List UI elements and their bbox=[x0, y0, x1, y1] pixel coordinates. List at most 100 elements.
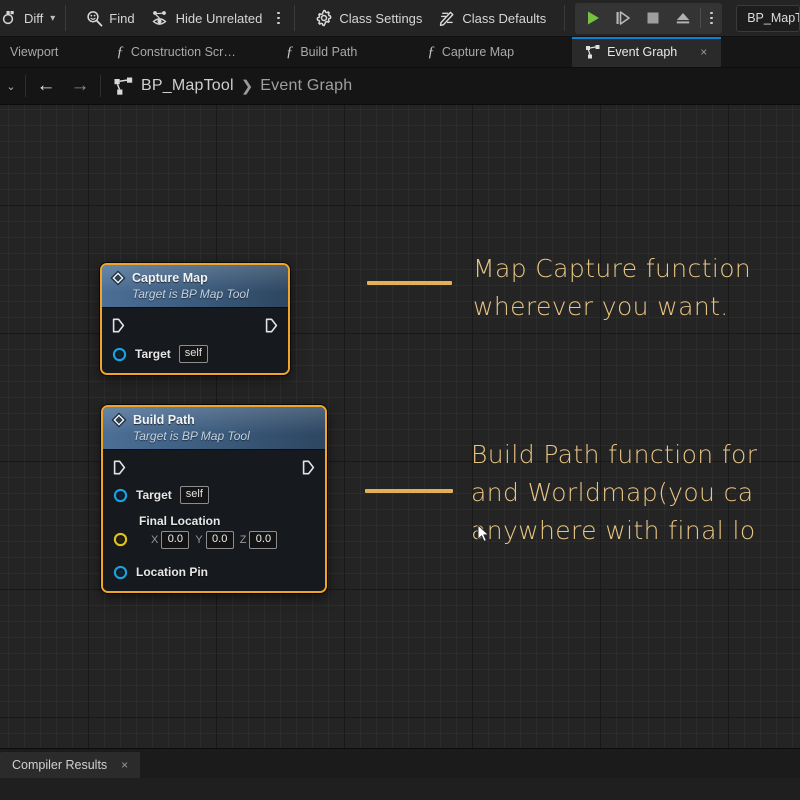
exec-pin-row bbox=[102, 314, 288, 339]
annotation-text-1-line-2: wherever you want. bbox=[473, 292, 729, 321]
class-settings-button[interactable]: Class Settings bbox=[307, 3, 430, 33]
toolbar-group-search: Find Hide Unrelated bbox=[78, 0, 297, 37]
stop-icon bbox=[647, 12, 659, 24]
class-defaults-label: Class Defaults bbox=[462, 10, 547, 26]
find-button[interactable]: Find bbox=[78, 3, 142, 33]
toolbar-group-diff: Diff ▾ bbox=[0, 0, 68, 37]
pin-label-final-location: Final Location bbox=[139, 514, 221, 528]
breadcrumb-divider bbox=[25, 75, 26, 97]
node-capture-map[interactable]: Capture Map Target is BP Map Tool Target… bbox=[100, 263, 290, 375]
toolbar-divider bbox=[294, 5, 296, 31]
tab-viewport[interactable]: Viewport bbox=[0, 37, 72, 67]
node-subtitle: Target is BP Map Tool bbox=[133, 429, 250, 443]
axis-label-x: X bbox=[151, 534, 159, 546]
hide-unrelated-options-icon[interactable] bbox=[270, 3, 286, 33]
final-location-pin-row: Final Location X 0.0 Y 0.0 Z 0.0 bbox=[103, 512, 325, 551]
find-label: Find bbox=[109, 10, 135, 26]
final-location-y-input[interactable]: 0.0 bbox=[205, 531, 234, 549]
breadcrumb-current-label[interactable]: Event Graph bbox=[260, 77, 352, 95]
search-icon bbox=[86, 10, 103, 27]
asset-name-label: BP_MapTo bbox=[747, 11, 799, 25]
target-pin-row: Target self bbox=[103, 481, 325, 506]
breadcrumb-root-label[interactable]: BP_MapTool bbox=[141, 77, 234, 95]
function-icon: ƒ bbox=[285, 43, 294, 60]
navigate-back-button[interactable]: ← bbox=[29, 68, 63, 105]
tab-label: Build Path bbox=[300, 45, 358, 59]
exec-input-pin[interactable] bbox=[113, 460, 126, 475]
main-toolbar: Diff ▾ Find Hide Unrelated Class Setting… bbox=[0, 0, 800, 37]
compiler-results-body bbox=[0, 778, 800, 800]
graph-icon bbox=[586, 45, 600, 59]
annotation-text-2-line-3: anywhere with final lo bbox=[471, 516, 756, 545]
target-value-self[interactable]: self bbox=[178, 345, 208, 363]
exec-input-pin[interactable] bbox=[112, 318, 125, 333]
chevron-down-icon: ▾ bbox=[50, 12, 56, 24]
hide-unrelated-button[interactable]: Hide Unrelated bbox=[143, 3, 271, 33]
object-input-pin[interactable] bbox=[112, 347, 127, 362]
function-node-icon bbox=[111, 412, 127, 428]
tab-close-icon[interactable]: × bbox=[700, 45, 707, 59]
hide-unrelated-label: Hide Unrelated bbox=[175, 10, 263, 26]
node-body: Target self bbox=[102, 308, 288, 373]
diff-label: Diff bbox=[24, 10, 44, 26]
tab-compiler-results[interactable]: Compiler Results × bbox=[0, 752, 141, 778]
tab-label: Event Graph bbox=[607, 45, 678, 59]
diff-button[interactable]: Diff ▾ bbox=[0, 3, 63, 33]
tab-label: Capture Map bbox=[441, 45, 515, 59]
target-pin-row: Target self bbox=[102, 339, 288, 365]
arrow-right-icon: → bbox=[70, 75, 90, 96]
node-subtitle: Target is BP Map Tool bbox=[132, 287, 249, 301]
step-icon bbox=[616, 11, 631, 25]
step-button[interactable] bbox=[608, 4, 638, 33]
play-button[interactable] bbox=[578, 4, 608, 33]
tab-construction-script[interactable]: ƒ Construction Scr… bbox=[102, 37, 249, 67]
tab-event-graph[interactable]: Event Graph × bbox=[572, 37, 722, 67]
annotation-leader-line-1 bbox=[367, 281, 452, 285]
function-icon: ƒ bbox=[116, 43, 124, 60]
breadcrumb-bar: ⌄ ← → BP_MapTool ❯ Event Graph bbox=[0, 68, 800, 105]
node-header: Capture Map Target is BP Map Tool bbox=[102, 265, 288, 308]
final-location-z-input[interactable]: 0.0 bbox=[249, 531, 278, 549]
exec-output-pin[interactable] bbox=[265, 318, 278, 333]
annotation-text-2-line-2: and Worldmap(you ca bbox=[471, 478, 754, 507]
playback-divider bbox=[700, 8, 702, 28]
eject-button[interactable] bbox=[668, 4, 698, 33]
class-defaults-button[interactable]: Class Defaults bbox=[430, 3, 554, 33]
axis-label-z: Z bbox=[239, 534, 247, 546]
pin-label-target: Target bbox=[135, 347, 171, 361]
event-graph-icon bbox=[114, 77, 133, 96]
location-pin-row: Location Pin bbox=[103, 561, 325, 583]
unreal-blueprint-editor: Diff ▾ Find Hide Unrelated Class Setting… bbox=[0, 0, 800, 800]
breadcrumb-dropdown-icon[interactable]: ⌄ bbox=[0, 80, 22, 93]
asset-name-chip[interactable]: BP_MapTo bbox=[736, 4, 800, 32]
vector-input-pin[interactable] bbox=[113, 532, 129, 547]
annotation-text-1-line-1: Map Capture function bbox=[473, 254, 752, 283]
annotation-leader-line-2 bbox=[365, 489, 453, 493]
play-icon bbox=[587, 11, 599, 25]
navigate-forward-button[interactable]: → bbox=[63, 68, 97, 105]
graph-tab-strip: Viewport ƒ Construction Scr… ƒ Build Pat… bbox=[0, 37, 800, 68]
tab-label: Construction Scr… bbox=[130, 45, 236, 59]
function-icon: ƒ bbox=[427, 43, 435, 60]
compiler-results-close-icon[interactable]: × bbox=[121, 758, 128, 772]
stop-button[interactable] bbox=[638, 4, 668, 33]
playback-controls bbox=[575, 2, 723, 34]
event-graph-canvas[interactable]: Capture Map Target is BP Map Tool Target… bbox=[0, 105, 800, 748]
breadcrumb-divider bbox=[100, 75, 101, 97]
tab-capture-map[interactable]: ƒ Capture Map bbox=[413, 37, 528, 67]
object-input-pin[interactable] bbox=[113, 488, 128, 503]
exec-output-pin[interactable] bbox=[302, 460, 315, 475]
toolbar-group-class: Class Settings Class Defaults bbox=[307, 0, 567, 37]
arrow-left-icon: ← bbox=[36, 75, 56, 96]
node-build-path[interactable]: Build Path Target is BP Map Tool Target … bbox=[101, 405, 327, 593]
gear-icon bbox=[315, 9, 333, 27]
tab-build-path[interactable]: ƒ Build Path bbox=[272, 37, 371, 67]
final-location-x-input[interactable]: 0.0 bbox=[161, 531, 190, 549]
eject-icon bbox=[677, 13, 690, 24]
pin-label-location-pin: Location Pin bbox=[136, 565, 208, 579]
object-input-pin[interactable] bbox=[113, 565, 128, 580]
compiler-results-label: Compiler Results bbox=[12, 758, 108, 772]
node-title: Capture Map bbox=[132, 271, 208, 285]
playback-options-icon[interactable] bbox=[703, 3, 719, 33]
target-value-self[interactable]: self bbox=[179, 486, 209, 504]
